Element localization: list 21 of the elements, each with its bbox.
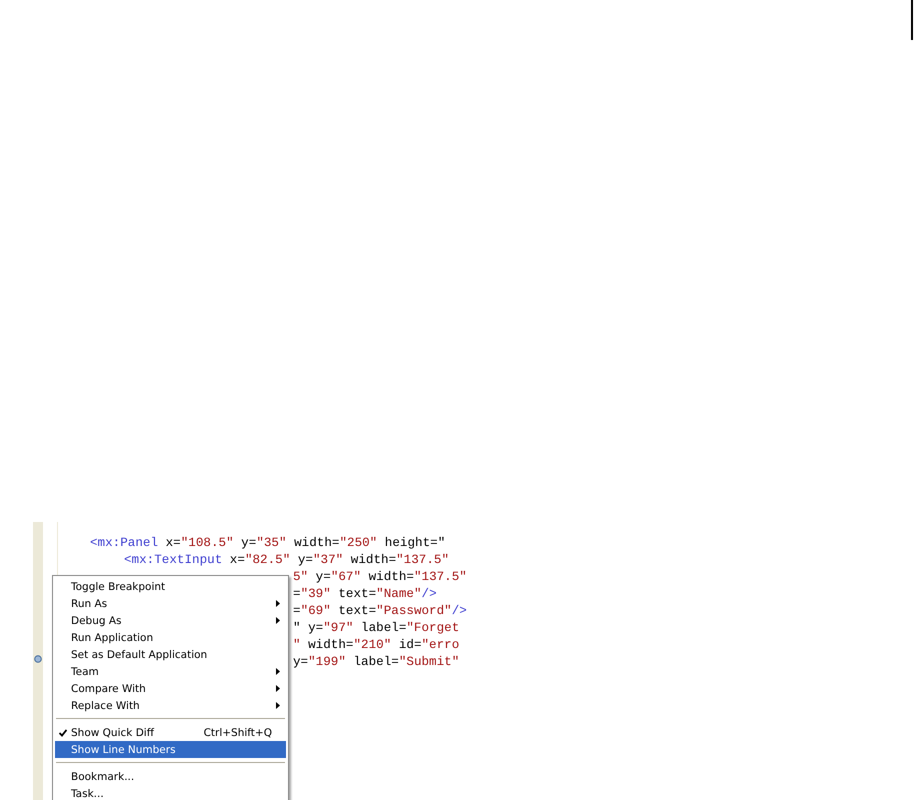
menu-item[interactable]: Show Quick Diff Ctrl+Shift+Q bbox=[55, 724, 286, 741]
menu-item[interactable]: Bookmark... bbox=[55, 768, 286, 785]
code-line: ="39" text="Name"/> bbox=[293, 586, 437, 603]
code-line: <mx:Panel x="108.5" y="35" width="250" height=" bbox=[90, 535, 446, 552]
menu-item[interactable]: Debug As bbox=[55, 612, 286, 629]
menu-item[interactable]: Task... bbox=[55, 785, 286, 800]
menu-item[interactable]: Set as Default Application bbox=[55, 646, 286, 663]
menu-item[interactable]: Compare With bbox=[55, 680, 286, 697]
code-line: <mx:TextInput x="82.5" y="37" width="137.5" bbox=[124, 552, 450, 569]
menu-item[interactable]: Toggle Breakpoint bbox=[55, 578, 286, 595]
code-line: 5" y="67" width="137.5" bbox=[293, 569, 467, 586]
menu-item[interactable]: Run Application bbox=[55, 629, 286, 646]
menu-item[interactable]: Team bbox=[55, 663, 286, 680]
code-line: y="199" label="Submit" bbox=[293, 654, 460, 671]
code-line: " y="97" label="Forget bbox=[293, 620, 460, 637]
menu-item[interactable]: Show Line Numbers bbox=[55, 741, 286, 758]
code-line: ="69" text="Password"/> bbox=[293, 603, 467, 620]
menu-item[interactable]: Run As bbox=[55, 595, 286, 612]
marker-icon bbox=[34, 655, 42, 663]
menu-item[interactable]: Replace With bbox=[55, 697, 286, 714]
code-line: " width="210" id="erro bbox=[293, 637, 460, 654]
